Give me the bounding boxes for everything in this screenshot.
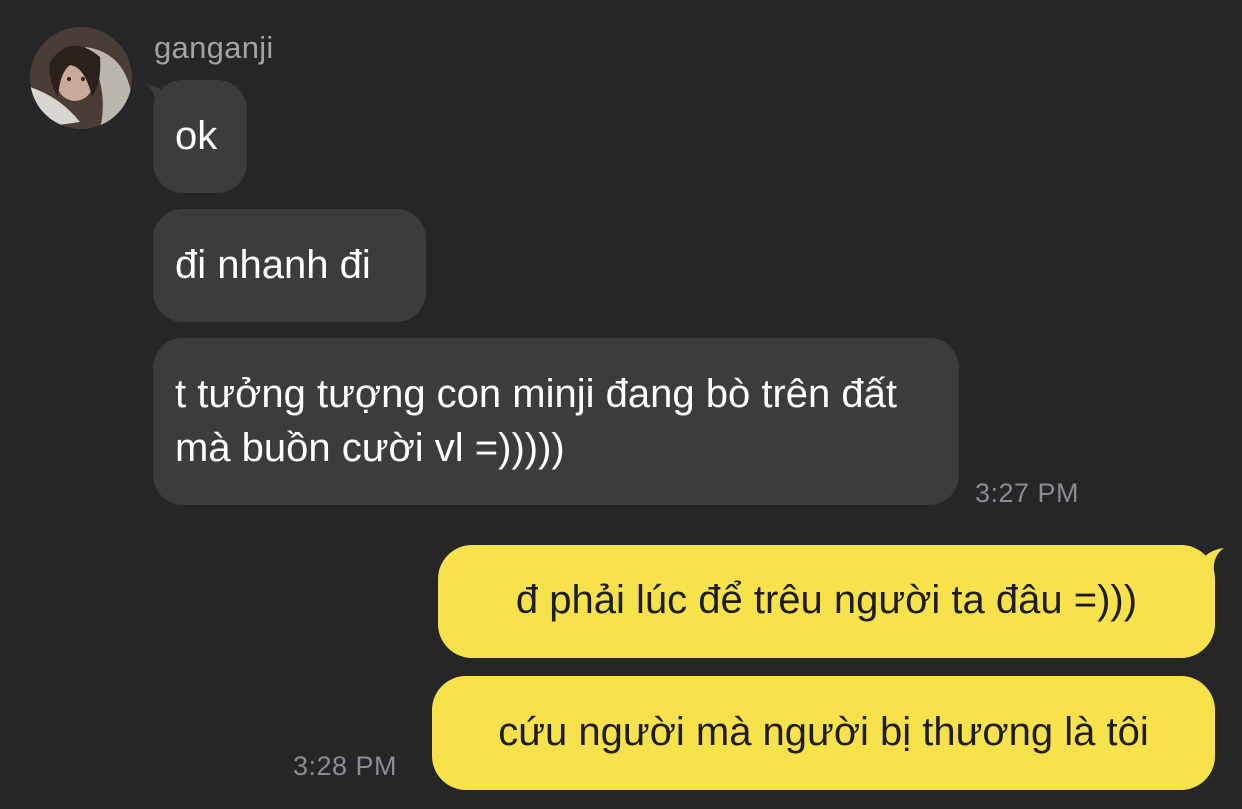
sender-name: ganganji — [154, 30, 274, 65]
incoming-message[interactable]: đi nhanh đi — [153, 209, 426, 322]
incoming-message[interactable]: t tưởng tượng con minji đang bò trên đất… — [153, 338, 959, 505]
chat-thread: ganganji ok đi nhanh đi t tưởng tượng co… — [0, 0, 1242, 809]
avatar-photo-icon — [30, 27, 132, 129]
outgoing-message[interactable]: đ phải lúc để trêu người ta đâu =))) — [438, 545, 1215, 658]
message-text: cứu người mà người bị thương là tôi — [498, 710, 1149, 754]
message-text: ok — [175, 114, 218, 158]
sender-avatar[interactable] — [30, 27, 132, 129]
message-text: t tưởng tượng con minji đang bò trên đất… — [175, 372, 897, 470]
message-text: đ phải lúc để trêu người ta đâu =))) — [515, 578, 1138, 622]
message-text: đi nhanh đi — [175, 243, 371, 287]
incoming-timestamp: 3:27 PM — [975, 478, 1080, 508]
outgoing-timestamp: 3:28 PM — [293, 751, 398, 781]
incoming-message[interactable]: ok — [153, 80, 247, 193]
outgoing-message[interactable]: cứu người mà người bị thương là tôi — [432, 676, 1215, 790]
